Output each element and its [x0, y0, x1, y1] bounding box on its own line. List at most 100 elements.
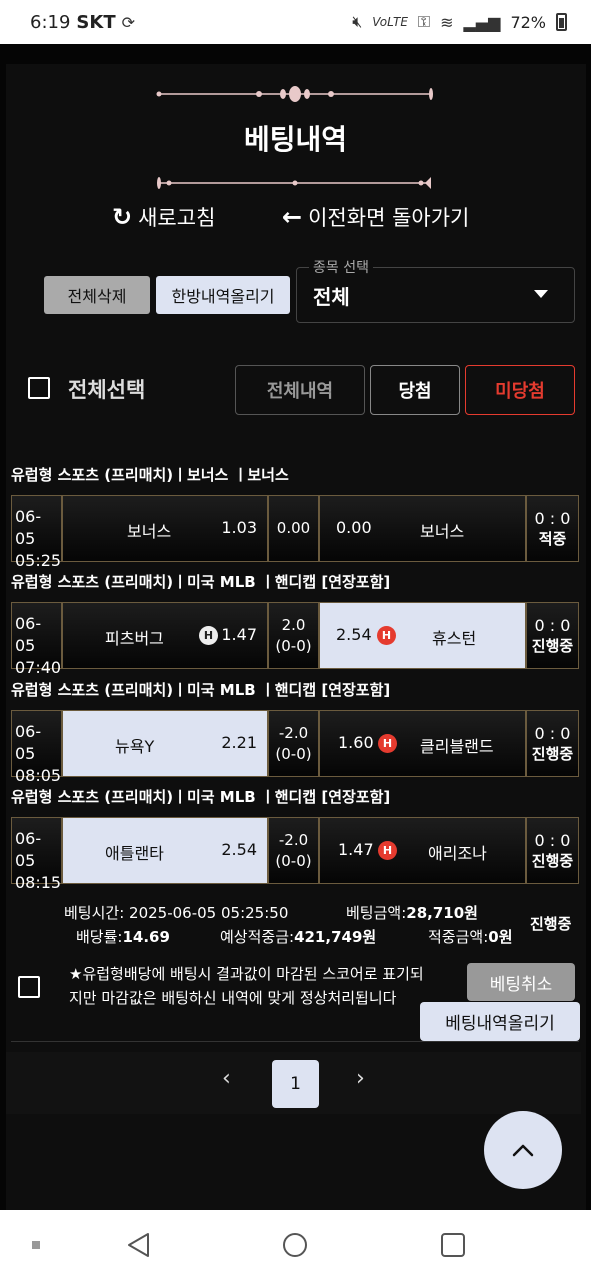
league-label: 유럽형 스포츠 (프리매치)ㅣ미국 MLB ㅣ핸디캡 [연장포함]	[11, 573, 391, 591]
score-cell: 0 : 0 진행중	[526, 817, 579, 884]
handicap-badge-icon: H	[378, 841, 397, 860]
status-bar: 6:19 SKT ⟳ 🔇︎ VoLTE ⚿ ≋ ▂▄▆ 72%	[0, 0, 591, 44]
cancel-bet-button[interactable]: 베팅취소	[467, 963, 575, 1001]
wifi-icon: ≋	[440, 12, 454, 32]
bet-amount-value: 28,710원	[406, 904, 478, 922]
delete-all-button[interactable]: 전체삭제	[44, 276, 150, 314]
signal-icon: ▂▄▆	[463, 12, 501, 32]
divider	[11, 1041, 579, 1042]
score: 0 : 0	[534, 831, 571, 850]
page-title: 베팅내역	[243, 123, 348, 156]
status-carrier: SKT	[76, 11, 116, 33]
away-odds: 1.47	[338, 840, 374, 859]
home-team: 피츠버그	[105, 629, 164, 648]
upload-single-button[interactable]: 한방내역올리기	[156, 276, 290, 314]
away-cell[interactable]: 0.00 보너스	[319, 495, 526, 562]
odds-summary: 배당률:14.69	[76, 926, 170, 947]
sport-select-value: 전체	[313, 285, 350, 309]
home-cell[interactable]: 보너스 1.03	[62, 495, 268, 562]
status-right: 🔇︎ VoLTE ⚿ ≋ ▂▄▆ 72%	[352, 12, 567, 32]
bet-date: 06-05	[15, 614, 42, 655]
bet-status: 진행중	[531, 852, 574, 870]
back-label: 이전화면 돌아가기	[308, 206, 470, 230]
chevron-up-icon	[512, 1144, 534, 1157]
score: 0 : 0	[534, 616, 571, 635]
away-team: 애리조나	[428, 844, 487, 863]
bet-date: 06-05	[15, 507, 42, 548]
bet-time-summary: 베팅시간: 2025-06-05 05:25:50	[64, 902, 288, 923]
bet-datetime: 06-05 08:15	[11, 817, 62, 892]
refresh-icon: ↻	[112, 203, 133, 231]
bet-time-label: 베팅시간:	[64, 904, 125, 922]
league-label: 유럽형 스포츠 (프리매치)ㅣ보너스 ㅣ보너스	[11, 466, 289, 484]
home-odds: 2.54	[221, 840, 257, 859]
status-left: 6:19 SKT ⟳	[30, 12, 135, 33]
score: 0 : 0	[534, 724, 571, 743]
sport-select-label: 종목 선택	[309, 257, 373, 277]
bet-datetime: 06-05 05:25	[11, 495, 62, 570]
line-cell: -2.0 (0-0)	[268, 710, 319, 777]
back-triangle-icon[interactable]	[126, 1232, 152, 1258]
select-all-label: 전체선택	[68, 378, 146, 402]
bet-time: 08:05	[15, 766, 62, 785]
nav-dot-icon	[32, 1241, 40, 1249]
filter-win-button[interactable]: 당첨	[370, 365, 460, 415]
upload-bet-history-button[interactable]: 베팅내역올리기	[420, 1002, 580, 1041]
filter-all-button[interactable]: 전체내역	[235, 365, 365, 415]
bet-status: 진행중	[531, 745, 574, 763]
summary-status: 진행중	[530, 915, 572, 933]
bet-time: 08:15	[15, 873, 62, 892]
expected-label: 예상적중금:	[220, 928, 295, 946]
bet-time-value: 2025-06-05 05:25:50	[129, 904, 289, 922]
arrow-left-icon: ←	[282, 203, 303, 231]
bet-amount-summary: 베팅금액:28,710원	[346, 902, 478, 923]
away-odds: 1.60	[338, 733, 374, 752]
recents-square-icon[interactable]	[440, 1232, 466, 1258]
away-odds: 2.54	[336, 625, 372, 644]
line-cell: -2.0 (0-0)	[268, 817, 319, 884]
home-cell-selected[interactable]: 뉴욕Y 2.21	[62, 710, 268, 777]
home-circle-icon[interactable]	[282, 1232, 308, 1258]
page-1-button[interactable]: 1	[272, 1060, 319, 1108]
dropdown-arrow-icon	[534, 290, 548, 298]
select-all-checkbox[interactable]	[28, 377, 50, 399]
notice-text: ★유럽형배당에 배팅시 결과값이 마감된 스코어로 표기되지만 마감값은 배팅하…	[69, 965, 424, 1007]
sport-select[interactable]: 종목 선택 전체	[296, 257, 575, 323]
odds-value: 14.69	[122, 928, 170, 946]
bet-datetime: 06-05 07:40	[11, 602, 62, 677]
bet-row: 06-05 08:05 뉴욕Y 2.21 -2.0 (0-0) 1.60 H 클…	[11, 710, 579, 785]
score-cell: 0 : 0 적중	[526, 495, 579, 562]
line-cell: 0.00	[268, 495, 319, 562]
away-cell[interactable]: 1.47 H 애리조나	[319, 817, 526, 884]
home-cell-selected[interactable]: 애틀랜타 2.54	[62, 817, 268, 884]
volte-icon: VoLTE	[372, 15, 408, 29]
handicap-badge-icon: H	[377, 626, 396, 645]
home-cell[interactable]: 피츠버그 H 1.47	[62, 602, 268, 669]
ornament-top-icon	[156, 86, 433, 102]
filter-lose-button[interactable]: 미당첨	[465, 365, 575, 415]
away-cell-selected[interactable]: 2.54 H 휴스턴	[319, 602, 526, 669]
expected-value: 421,749원	[294, 928, 377, 946]
score-cell: 0 : 0 진행중	[526, 710, 579, 777]
home-team: 애틀랜타	[105, 844, 164, 863]
home-team: 뉴욕Y	[115, 737, 155, 756]
ornament-bottom-icon	[157, 177, 431, 189]
score: 0 : 0	[534, 509, 571, 528]
away-cell[interactable]: 1.60 H 클리블랜드	[319, 710, 526, 777]
home-odds: 1.03	[221, 518, 257, 537]
bet-time: 07:40	[15, 658, 62, 677]
next-page-button[interactable]: ›	[356, 1066, 365, 1091]
bet-select-checkbox[interactable]	[18, 976, 40, 998]
won-summary: 적중금액:0원	[428, 926, 513, 947]
home-odds: 1.47	[221, 625, 257, 644]
battery-percent: 72%	[510, 12, 546, 32]
status-time: 6:19	[30, 11, 71, 33]
scroll-top-button[interactable]	[484, 1111, 562, 1189]
refresh-label: 새로고침	[138, 206, 216, 230]
prev-page-button[interactable]: ‹	[222, 1066, 231, 1091]
back-button[interactable]: ← 이전화면 돌아가기	[282, 202, 469, 232]
bet-time: 05:25	[15, 551, 62, 570]
refresh-button[interactable]: ↻ 새로고침	[112, 202, 215, 232]
bet-status: 적중	[538, 530, 567, 548]
bet-amount-label: 베팅금액:	[346, 904, 407, 922]
